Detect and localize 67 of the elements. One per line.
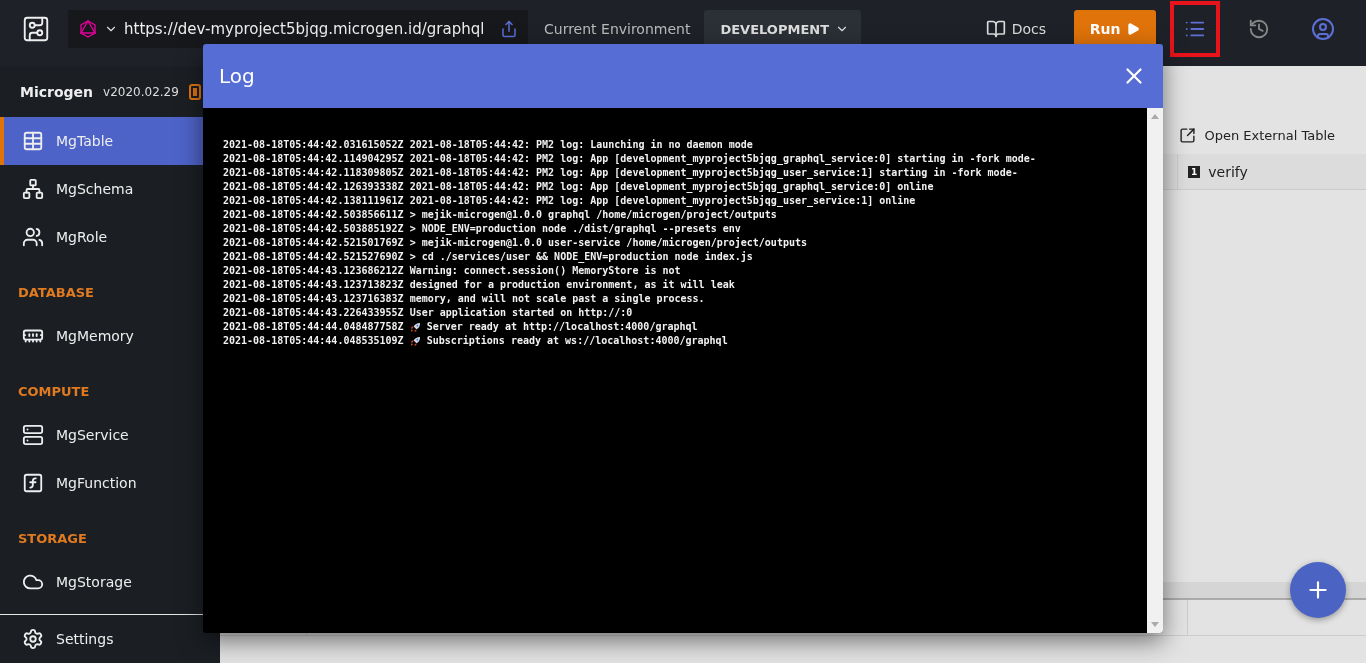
log-message: 2021-08-18T05:44:42: PM2 log: Launching in no daemon mode [409, 138, 753, 152]
log-timestamp: 2021-08-18T05:44:42.521527690Z [223, 250, 404, 264]
log-timestamp: 2021-08-18T05:44:44.048535109Z [223, 334, 404, 348]
server-icon [22, 424, 44, 446]
settings-item[interactable]: Settings [0, 615, 220, 663]
log-timestamp: 2021-08-18T05:44:42.503856611Z [223, 208, 404, 222]
sidebar-item[interactable]: MgService [0, 411, 220, 459]
function-icon [22, 472, 44, 494]
log-message: 2021-08-18T05:44:42: PM2 log: App [development_myproject5bjqg_graphql_service:0] online [409, 180, 934, 194]
log-timestamp: 2021-08-18T05:44:42.118309805Z [223, 166, 404, 180]
user-icon [1311, 17, 1335, 41]
sidebar-item[interactable]: MgSchema [0, 165, 220, 213]
open-external-table-link[interactable]: Open External Table [1173, 125, 1341, 145]
log-message: designed for a production environment, as it will leak [409, 278, 735, 292]
share-icon[interactable] [500, 20, 518, 38]
external-link-icon [1179, 126, 1197, 144]
log-button[interactable] [1170, 1, 1220, 57]
log-message: > mejik-microgen@1.0.0 user-service /home/microgen/project/outputs [409, 236, 807, 250]
log-message: Subscriptions ready at ws://localhost:4000/graphql [426, 334, 728, 348]
log-timestamp: 2021-08-18T05:44:43.123716383Z [223, 292, 404, 306]
graphql-logo-icon [78, 19, 98, 39]
sidebar-toggle[interactable] [188, 83, 201, 100]
log-message: > cd ./services/user && NODE_ENV=production node index.js [409, 250, 753, 264]
play-icon [1126, 22, 1141, 36]
rocket-icon [409, 321, 421, 333]
type-badge: 1 [1188, 165, 1201, 178]
log-timestamp: 2021-08-18T05:44:42.031615052Z [223, 138, 404, 152]
settings-icon [22, 628, 44, 650]
log-message: > NODE_ENV=production node ./dist/graphql --presets env [409, 222, 741, 236]
brand-name: Microgen [20, 83, 94, 100]
log-message: 2021-08-18T05:44:42: PM2 log: App [development_myproject5bjqg_graphql_service:0] starting in -fork mode- [409, 152, 1036, 166]
hierarchy-icon [22, 178, 44, 200]
docs-button[interactable]: Docs [979, 18, 1052, 40]
history-icon [1248, 18, 1270, 40]
table-icon [22, 130, 44, 152]
section-heading: COMPUTE [17, 383, 91, 401]
log-message: Server ready at http://localhost:4000/graphql [426, 320, 698, 334]
sidebar-item[interactable]: MgStorage [0, 558, 220, 606]
column-header[interactable]: verify [1208, 163, 1248, 180]
log-message: 2021-08-18T05:44:42: PM2 log: App [development_myproject5bjqg_user_service:1] starting in -fork mode- [409, 166, 1018, 180]
section-heading: DATABASE [17, 284, 95, 302]
log-timestamp: 2021-08-18T05:44:44.048487758Z [223, 320, 404, 334]
log-timestamp: 2021-08-18T05:44:43.123686212Z [223, 264, 404, 278]
log-timestamp: 2021-08-18T05:44:43.123713823Z [223, 278, 404, 292]
rocket-icon [409, 335, 421, 347]
log-message: > mejik-microgen@1.0.0 graphql /home/microgen/project/outputs [409, 208, 777, 222]
book-icon [985, 19, 1006, 39]
users-icon [22, 226, 44, 248]
log-timestamp: 2021-08-18T05:44:43.226433955Z [223, 306, 404, 320]
log-timestamp: 2021-08-18T05:44:42.521501769Z [223, 236, 404, 250]
log-message: User application started on http://:0 [409, 306, 633, 320]
log-timestamp: 2021-08-18T05:44:42.114904295Z [223, 152, 404, 166]
sidebar-item[interactable]: MgMemory [0, 312, 220, 360]
dialog-title: Log [219, 64, 255, 88]
url-field[interactable]: https://dev-myproject5bjqg.microgen.id/graphql [68, 10, 528, 48]
sidebar-item[interactable]: MgRole [0, 213, 220, 261]
log-timestamp: 2021-08-18T05:44:42.503885192Z [223, 222, 404, 236]
log-timestamp: 2021-08-18T05:44:42.126393338Z [223, 180, 404, 194]
log-message: 2021-08-18T05:44:42: PM2 log: App [development_myproject5bjqg_user_service:1] online [409, 194, 916, 208]
log-message: memory, and will not scale past a single process. [409, 292, 705, 306]
section-heading: STORAGE [17, 530, 88, 548]
environment-label: Current Environment [544, 21, 691, 37]
log-timestamp: 2021-08-18T05:44:42.138111961Z [223, 194, 404, 208]
log-message: Warning: connect.session() MemoryStore is not [409, 264, 681, 278]
sidebar-item[interactable]: MgFunction [0, 459, 220, 507]
scrollbar[interactable] [1147, 108, 1163, 633]
version-label: v2020.02.29 [103, 84, 179, 99]
